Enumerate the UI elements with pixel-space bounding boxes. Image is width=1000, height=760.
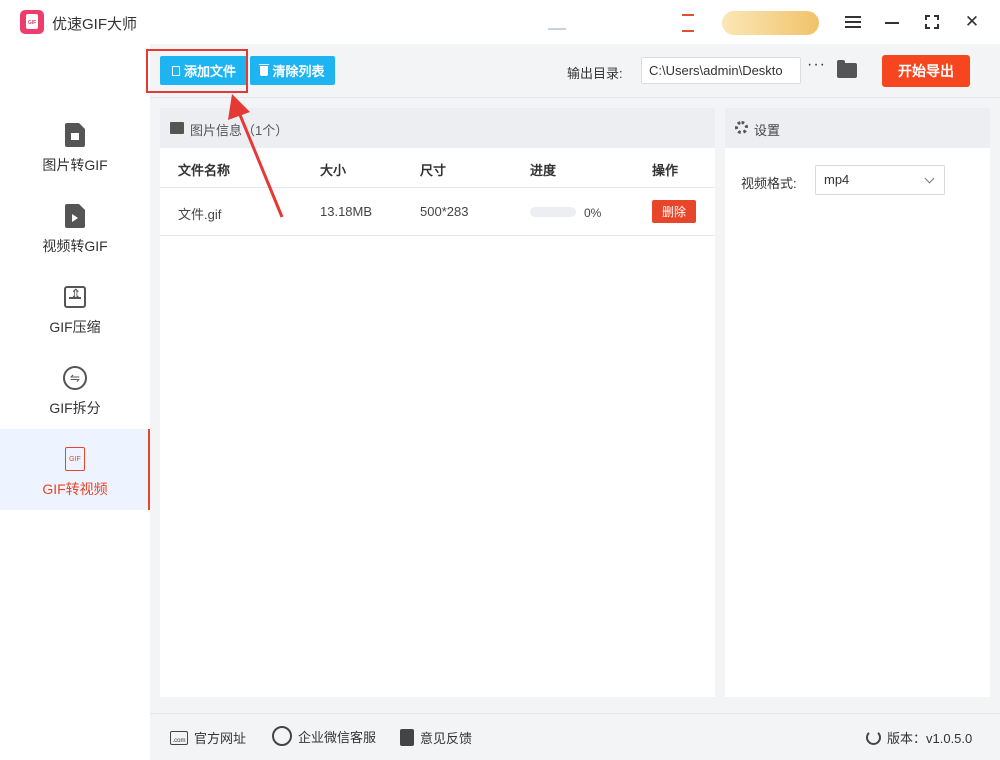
minimize-icon (885, 22, 899, 24)
settings-header: 设置 (725, 108, 990, 148)
feedback-label: 意见反馈 (420, 731, 473, 746)
video-file-icon (63, 204, 87, 228)
sidebar-item-label: GIF转视频 (42, 481, 108, 497)
output-path-field[interactable]: C:\Users\admin\Deskto (641, 57, 801, 84)
more-button[interactable]: ··· (807, 56, 826, 74)
split-icon: ⇋ (63, 366, 87, 390)
gif-file-icon: GIF (63, 447, 87, 471)
menu-icon (845, 16, 861, 28)
sidebar-item-image-to-gif[interactable]: 图片转GIF (0, 105, 150, 186)
sidebar-item-label: GIF拆分 (49, 400, 101, 416)
start-export-button[interactable]: 开始导出 (882, 55, 970, 87)
video-format-label: 视频格式: (741, 176, 797, 191)
video-format-value: mp4 (824, 172, 850, 187)
sidebar: 图片转GIF 视频转GIF GIF压缩 ⇋ GIF拆分 GIF GIF转视频 (0, 44, 150, 760)
column-header: 操作 (652, 163, 679, 178)
footer: .com 官方网址 企业微信客服 意见反馈 版本：v1.0.5.0 (150, 713, 1000, 760)
title-bar: GIF 优速GIF大师 ✕ (0, 0, 1000, 44)
sidebar-item-gif-compress[interactable]: GIF压缩 (0, 267, 150, 348)
gear-icon (735, 121, 748, 134)
close-icon: ✕ (964, 12, 980, 31)
feedback-link[interactable]: 意见反馈 (400, 728, 472, 747)
sidebar-item-gif-to-video[interactable]: GIF GIF转视频 (0, 429, 150, 510)
file-name: 文件.gif (178, 207, 222, 222)
sidebar-item-label: 图片转GIF (42, 157, 108, 173)
divider (160, 187, 715, 188)
decoration-icon (682, 14, 694, 32)
close-button[interactable]: ✕ (959, 10, 985, 34)
sidebar-item-label: 视频转GIF (42, 238, 108, 254)
file-panel-header: 图片信息（1个） (160, 108, 715, 148)
wechat-service-link[interactable]: 企业微信客服 (272, 726, 376, 746)
column-header: 进度 (530, 163, 557, 178)
column-header: 文件名称 (178, 163, 231, 178)
column-header: 尺寸 (420, 163, 447, 178)
divider (160, 235, 715, 236)
clear-list-button[interactable]: 清除列表 (250, 56, 335, 85)
progress-bar (530, 207, 576, 217)
wechat-label: 企业微信客服 (298, 729, 377, 745)
website-link[interactable]: .com 官方网址 (170, 728, 246, 747)
highlight-box (146, 49, 248, 93)
chat-icon (272, 726, 292, 746)
version-label: 版本：v1.0.5.0 (887, 731, 973, 746)
app-title: 优速GIF大师 (52, 16, 137, 33)
file-size: 13.18MB (320, 204, 373, 219)
chevron-down-icon (924, 173, 935, 184)
settings-title: 设置 (754, 123, 781, 138)
trash-icon (259, 63, 270, 76)
progress-text: 0% (584, 206, 602, 220)
website-icon: .com (170, 730, 188, 745)
version-info[interactable]: 版本：v1.0.5.0 (866, 728, 972, 747)
settings-panel: 设置 视频格式: mp4 (725, 108, 990, 697)
minimize-button[interactable] (879, 10, 905, 34)
column-header: 大小 (320, 163, 347, 178)
sidebar-item-video-to-gif[interactable]: 视频转GIF (0, 186, 150, 267)
folder-icon[interactable] (837, 60, 857, 78)
video-format-select[interactable]: mp4 (815, 165, 945, 195)
maximize-button[interactable] (919, 10, 945, 34)
promo-banner[interactable] (722, 11, 819, 35)
app-logo-icon: GIF (20, 10, 44, 34)
image-file-icon (63, 123, 87, 147)
refresh-icon (866, 730, 881, 745)
file-list-panel: 图片信息（1个） 文件名称 大小 尺寸 进度 操作 文件.gif 13.18MB… (160, 108, 715, 697)
output-dir-label: 输出目录: (567, 66, 623, 81)
delete-button[interactable]: 删除 (652, 200, 696, 223)
menu-button[interactable] (840, 10, 866, 34)
decoration-icon (548, 16, 566, 30)
file-dimensions: 500*283 (420, 204, 469, 219)
feedback-icon (400, 729, 414, 746)
website-label: 官方网址 (194, 731, 247, 746)
sidebar-item-gif-split[interactable]: ⇋ GIF拆分 (0, 348, 150, 429)
toolbar: 添加文件 清除列表 输出目录: C:\Users\admin\Deskto ··… (150, 44, 1000, 98)
image-icon (170, 122, 184, 134)
file-panel-title: 图片信息（1个） (190, 123, 289, 138)
maximize-icon (925, 15, 939, 29)
clear-list-label: 清除列表 (272, 64, 325, 79)
compress-icon (63, 285, 87, 309)
sidebar-item-label: GIF压缩 (49, 319, 101, 335)
